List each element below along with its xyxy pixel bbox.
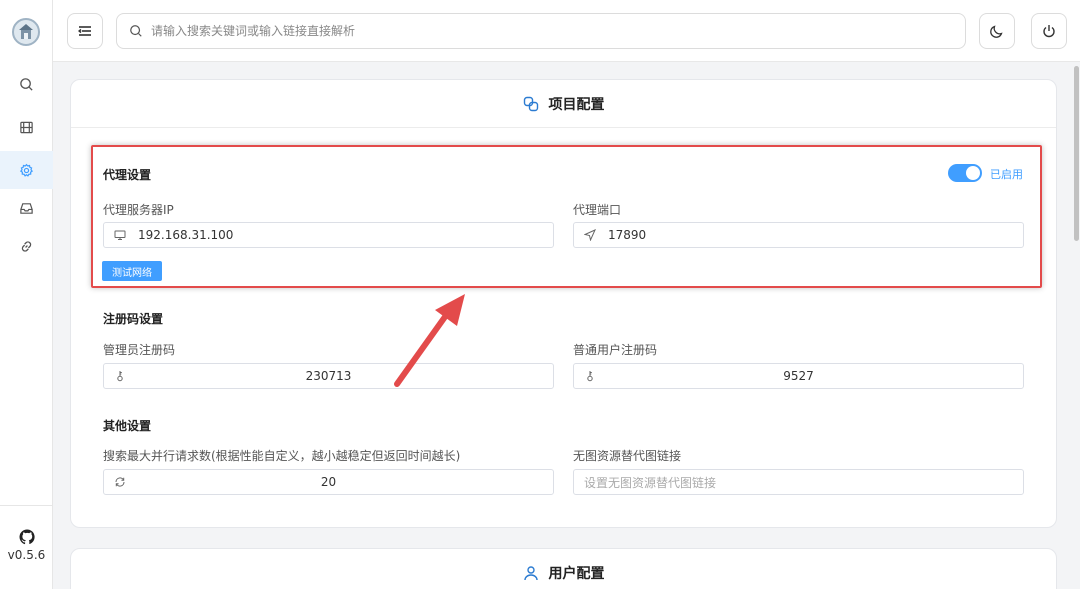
no-image-field[interactable]: 设置无图资源替代图链接 (573, 469, 1024, 495)
user-code-field[interactable]: 9527 (573, 363, 1024, 389)
inbox-icon (20, 202, 33, 214)
film-icon (20, 121, 33, 133)
moon-icon (990, 25, 1003, 38)
sidebar: v0.5.6 (0, 0, 53, 589)
user-config-title: 用户配置 (548, 566, 605, 582)
proxy-port-label: 代理端口 (573, 203, 622, 217)
admin-code-field[interactable]: 230713 (103, 363, 554, 389)
proxy-port-field[interactable]: 17890 (573, 222, 1024, 248)
project-config-header: 项目配置 (71, 80, 1056, 128)
menu-icon (78, 26, 91, 36)
search-icon (20, 77, 33, 91)
other-section-title: 其他设置 (103, 419, 152, 433)
gear-icon (19, 163, 34, 177)
sidebar-divider (0, 505, 53, 506)
top-header (53, 0, 1080, 62)
max-requests-field[interactable]: 20 (103, 469, 554, 495)
max-requests-value: 20 (320, 475, 337, 489)
monitor-icon (114, 230, 126, 240)
power-icon (1043, 25, 1055, 38)
search-input[interactable] (151, 16, 965, 46)
search-bar (116, 13, 966, 49)
project-config-title: 项目配置 (548, 96, 605, 113)
toggle-knob (966, 166, 980, 180)
user-icon (523, 566, 538, 581)
proxy-section-title: 代理设置 (103, 168, 152, 182)
user-code-label: 普通用户注册码 (573, 343, 658, 357)
dark-mode-button[interactable] (979, 13, 1015, 49)
app-logo[interactable] (12, 18, 40, 46)
proxy-ip-field[interactable]: 192.168.31.100 (103, 222, 554, 248)
scrollbar-thumb[interactable] (1074, 66, 1079, 241)
page-scrollbar[interactable] (1073, 62, 1080, 589)
admin-code-label: 管理员注册码 (103, 343, 176, 357)
no-image-label: 无图资源替代图链接 (573, 449, 682, 463)
sidebar-item-link[interactable] (0, 227, 53, 265)
proxy-ip-label: 代理服务器IP (103, 203, 174, 217)
app-version: v0.5.6 (7, 548, 46, 562)
user-config-card: 用户配置 (70, 548, 1057, 589)
user-code-value: 9527 (783, 369, 814, 383)
user-config-header: 用户配置 (71, 549, 1056, 589)
link-icon (21, 240, 32, 252)
admin-code-value: 230713 (305, 369, 352, 383)
link-group-icon (523, 96, 538, 111)
max-requests-label: 搜索最大并行请求数(根据性能自定义，越小越稳定但返回时间越长) (103, 449, 461, 463)
proxy-enabled-toggle[interactable] (948, 164, 982, 182)
sidebar-item-film[interactable] (0, 108, 53, 146)
proxy-port-value: 17890 (608, 228, 647, 242)
logout-button[interactable] (1031, 13, 1067, 49)
annotation-arrow (394, 294, 465, 387)
proxy-ip-value: 192.168.31.100 (138, 228, 234, 242)
navigation-icon (584, 229, 596, 241)
register-section-title: 注册码设置 (103, 312, 164, 326)
test-network-button[interactable]: 测试网络 (102, 261, 162, 281)
proxy-enabled-label: 已启用 (990, 168, 1023, 181)
sidebar-item-search[interactable] (0, 65, 53, 103)
sidebar-item-inbox[interactable] (0, 189, 53, 227)
sidebar-item-settings[interactable] (0, 151, 53, 189)
menu-toggle-button[interactable] (67, 13, 103, 49)
search-icon (130, 25, 142, 37)
no-image-placeholder: 设置无图资源替代图链接 (584, 475, 717, 490)
github-icon[interactable] (19, 529, 35, 545)
